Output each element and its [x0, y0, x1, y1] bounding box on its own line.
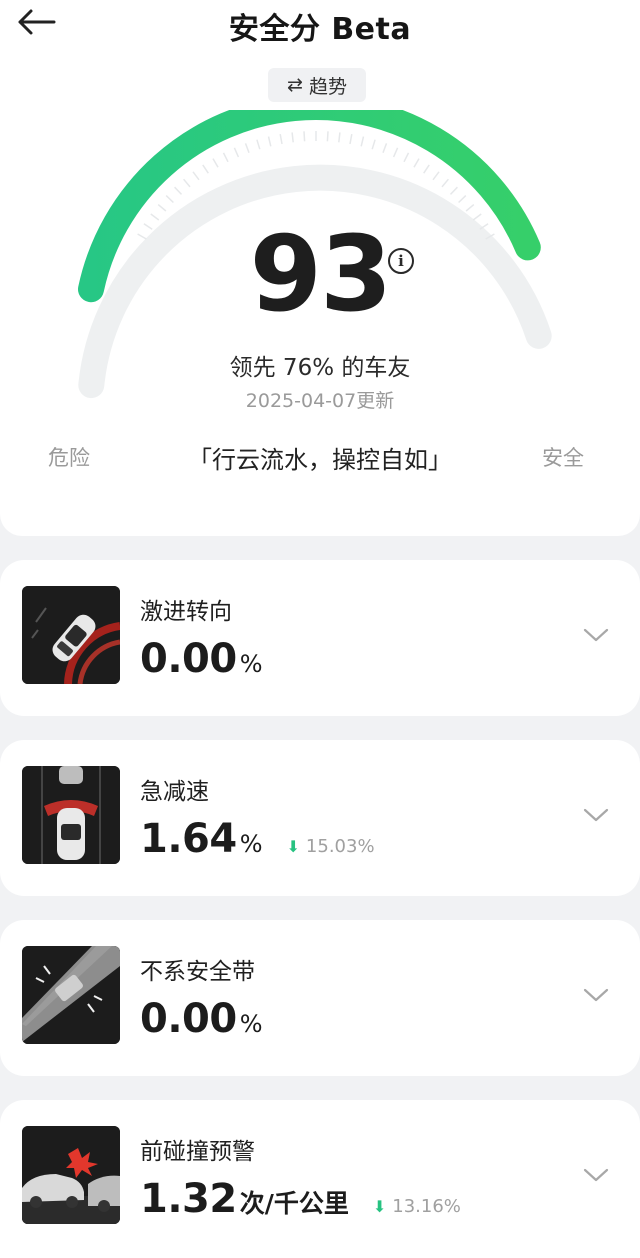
gauge-tick: [291, 132, 294, 143]
gauge-tick: [326, 131, 329, 142]
metric-title: 不系安全带: [140, 959, 255, 985]
chevron-down-icon[interactable]: [582, 806, 610, 824]
metric-value: 1.64: [140, 816, 237, 862]
page-title: 安全分 Beta: [228, 12, 412, 47]
metric-value: 1.32: [140, 1176, 237, 1222]
metric-value-row: 1.64 % ⬇ 15.03%: [140, 816, 375, 862]
gauge-tick: [432, 171, 440, 181]
metric-value-row: 1.32 次/千公里 ⬇ 13.16%: [140, 1176, 461, 1222]
gauge-tick: [222, 152, 229, 163]
aggressive-steering-icon: [22, 586, 120, 684]
seatbelt-icon: [22, 946, 120, 1044]
gauge-tick: [349, 133, 353, 145]
trend-button[interactable]: ⇄ 趋势: [268, 68, 366, 102]
gauge-tick: [360, 136, 365, 147]
chevron-down-icon[interactable]: [582, 1166, 610, 1184]
gauge-tick: [465, 204, 475, 212]
gauge-tick: [423, 164, 430, 174]
gauge-tick: [267, 136, 272, 147]
gauge-tick: [233, 147, 240, 158]
metric-title: 激进转向: [140, 599, 232, 625]
arrow-down-icon: ⬇: [372, 1197, 387, 1216]
gauge-high-label: 安全: [542, 446, 584, 470]
gauge-tick: [303, 131, 306, 142]
metric-card-hard-braking[interactable]: 急减速 1.64 % ⬇ 15.03%: [0, 740, 640, 896]
score-panel: 安全分 Beta ⇄ 趋势 93 i 领先 76% 的车友 2025-04-07…: [0, 0, 640, 536]
gauge-tick: [449, 186, 458, 195]
chevron-down-icon[interactable]: [582, 626, 610, 644]
metric-unit: %: [239, 1010, 263, 1038]
metric-value: 0.00: [140, 636, 237, 682]
gauge-tick: [392, 147, 399, 158]
gauge-tick: [458, 195, 467, 204]
gauge-tick: [202, 164, 209, 174]
gauge-tick: [212, 158, 219, 168]
metric-change: ⬇ 15.03%: [287, 836, 375, 857]
metric-title: 急减速: [140, 779, 209, 805]
metric-unit: 次/千公里: [239, 1189, 349, 1218]
safety-score: 93: [249, 213, 393, 335]
metric-change: ⬇ 13.16%: [373, 1196, 461, 1217]
gauge-tick: [403, 152, 410, 163]
metric-title: 前碰撞预警: [140, 1139, 255, 1165]
hard-braking-icon: [22, 766, 120, 864]
arrow-down-icon: ⬇: [286, 837, 300, 856]
gauge-tick: [150, 213, 160, 221]
metric-unit: %: [239, 650, 263, 678]
gauge-tick: [371, 139, 376, 150]
gauge-tick: [165, 195, 174, 204]
gauge-tick: [192, 171, 200, 181]
gauge-tick: [256, 139, 261, 150]
metric-value-row: 0.00 %: [140, 996, 263, 1042]
gauge-tick: [338, 132, 341, 143]
metric-card-aggressive-steering[interactable]: 激进转向 0.00 %: [0, 560, 640, 716]
gauge-tick: [413, 158, 420, 168]
gauge-tick: [279, 133, 283, 145]
gauge-tick: [157, 204, 167, 212]
metric-change-value: 15.03%: [305, 836, 375, 857]
chevron-down-icon[interactable]: [582, 986, 610, 1004]
gauge-tick: [244, 143, 250, 154]
metric-card-collision-warning[interactable]: 前碰撞预警 1.32 次/千公里 ⬇ 13.16%: [0, 1100, 640, 1258]
metric-change-value: 13.16%: [392, 1196, 461, 1217]
gauge-tick: [183, 178, 191, 188]
collision-warning-icon: [22, 1126, 120, 1224]
gauge-tick: [174, 186, 183, 195]
trend-button-label: 趋势: [308, 75, 347, 98]
rank-text: 领先 76% 的车友: [229, 355, 411, 381]
update-date: 2025-04-07更新: [245, 390, 395, 412]
gauge-tick: [472, 213, 482, 221]
info-icon[interactable]: i: [388, 248, 414, 274]
metric-value: 0.00: [140, 996, 237, 1042]
header: 安全分 Beta: [0, 0, 640, 50]
gauge-tick: [441, 178, 449, 188]
metric-value-row: 0.00 %: [140, 636, 263, 682]
gauge-tick: [382, 143, 388, 154]
swap-arrows-icon: ⇄: [287, 73, 303, 96]
metric-card-seatbelt[interactable]: 不系安全带 0.00 %: [0, 920, 640, 1076]
metric-unit: %: [239, 830, 263, 858]
